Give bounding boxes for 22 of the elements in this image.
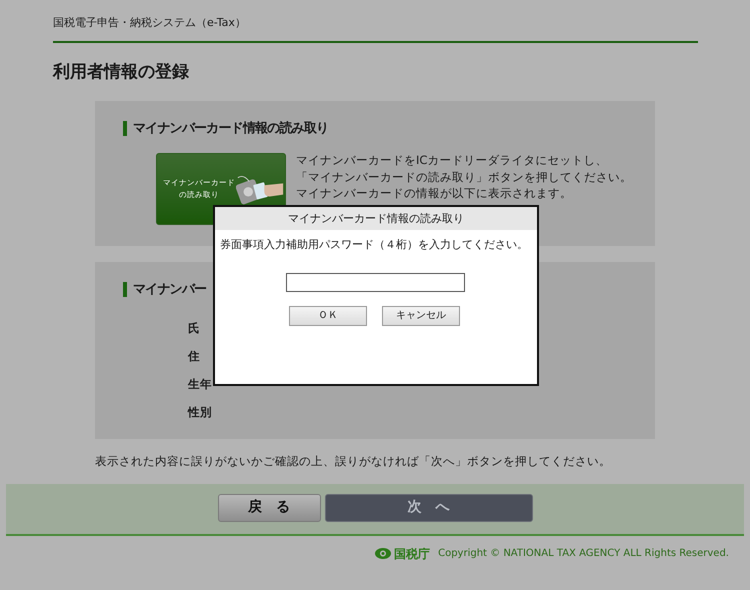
cancel-button[interactable]: キャンセル	[382, 306, 460, 326]
password-field[interactable]	[286, 272, 465, 292]
back-button[interactable]: 戻 る	[218, 494, 320, 522]
instruction-text: マイナンバーカードの情報が以下に表示されます。	[296, 185, 573, 202]
field-label: 住	[188, 349, 200, 363]
confirm-note: 表示された内容に誤りがないかご確認の上、誤りがなければ「次へ」ボタンを押してください。	[95, 452, 612, 468]
system-name: 国税電子申告・納税システム（e-Tax）	[53, 15, 247, 31]
instruction-text: 「マイナンバーカードの読み取り」ボタンを押してください。	[296, 168, 632, 185]
next-button[interactable]: 次 へ	[324, 494, 532, 522]
ok-button[interactable]: ＯＫ	[289, 306, 367, 326]
field-label: 性別	[188, 405, 212, 419]
dialog-message: 券面事項入力補助用パスワード（４桁）を入力してください。	[220, 237, 529, 253]
agency-name: 国税庁	[394, 546, 430, 562]
section-heading: マイナンバー	[133, 280, 206, 298]
instruction-text: マイナンバーカードをICカードリーダライタにセットし、	[296, 152, 608, 168]
section-heading: マイナンバーカード情報の読み取り	[133, 120, 328, 138]
page-title: 利用者情報の登録	[53, 61, 190, 84]
dialog-title: マイナンバーカード情報の読み取り	[215, 207, 537, 230]
agency-logo-icon	[374, 547, 392, 560]
copyright-text: Copyright © NATIONAL TAX AGENCY ALL Rights Reserved.	[438, 547, 729, 561]
field-label: 生年	[188, 377, 212, 391]
field-label: 氏	[188, 321, 200, 335]
